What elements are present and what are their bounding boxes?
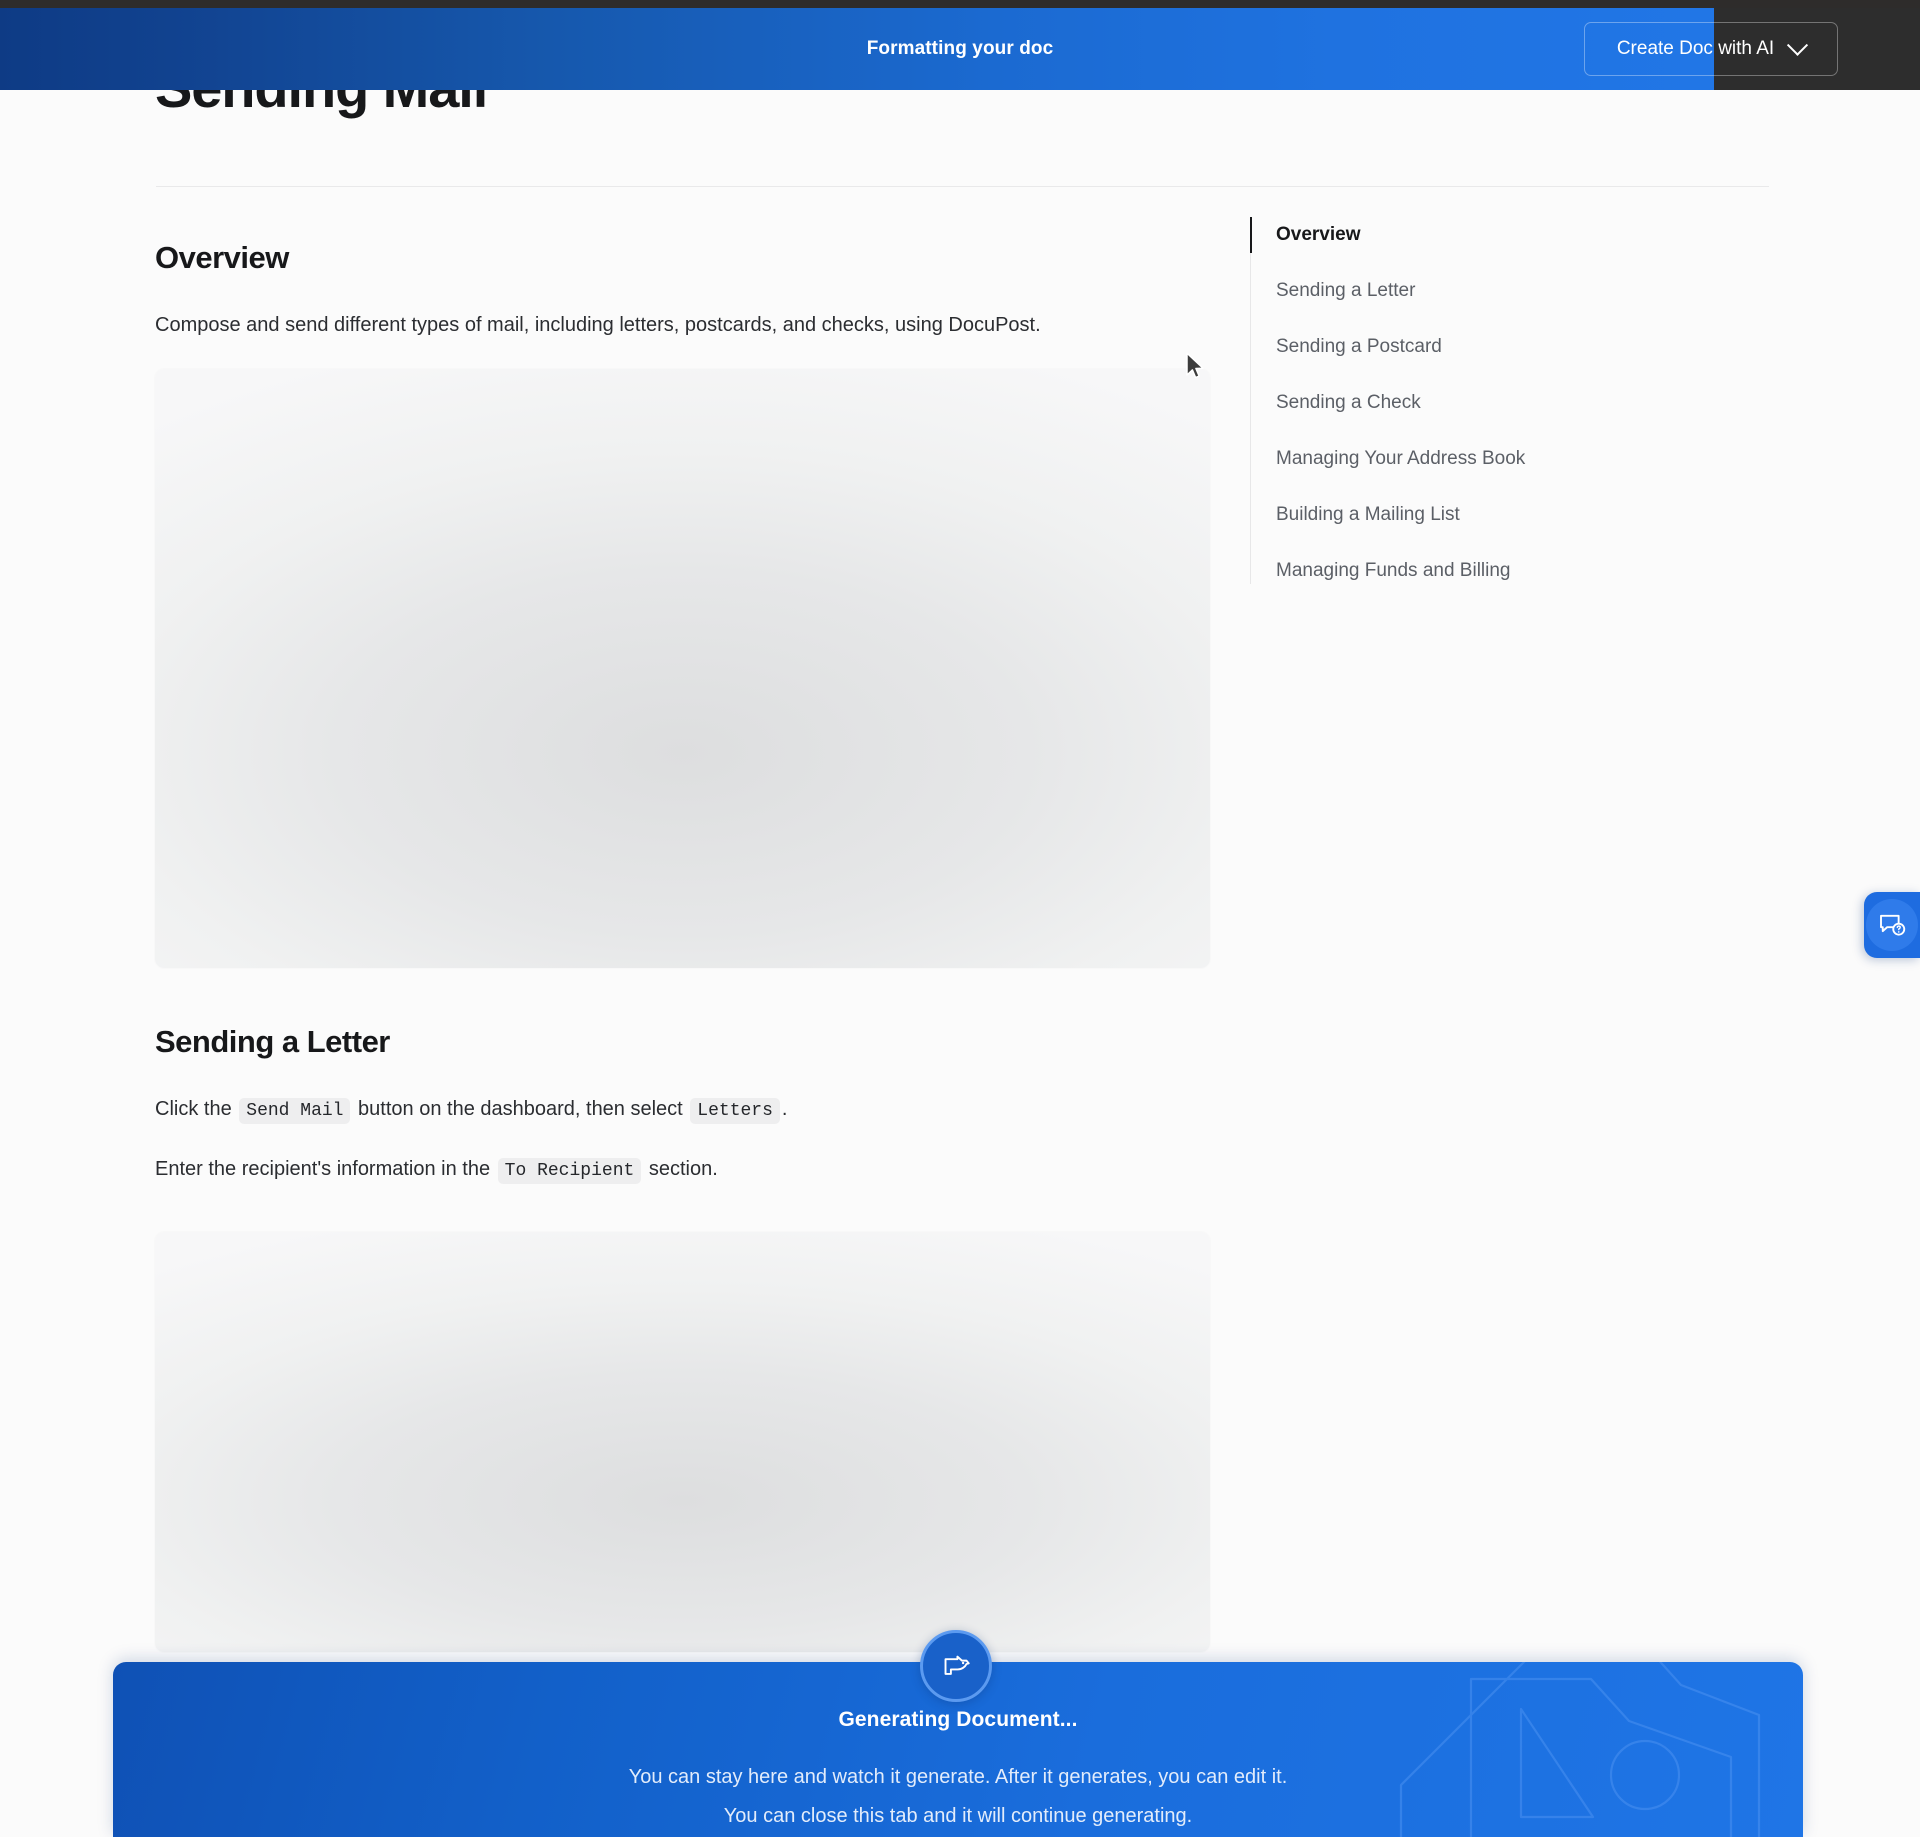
progress-bar-fill <box>0 8 1714 90</box>
section-heading-overview: Overview <box>155 240 289 275</box>
image-placeholder-overview <box>155 369 1210 968</box>
help-support-button[interactable] <box>1864 892 1920 958</box>
generating-banner-badge <box>920 1630 992 1702</box>
help-chat-bubble-icon <box>1880 914 1906 936</box>
generating-banner-line-1: You can stay here and watch it generate.… <box>628 1766 1288 1788</box>
section-overview: Overview Compose and send different type… <box>155 240 1215 968</box>
image-placeholder-sending-a-letter <box>155 1231 1210 1652</box>
help-button-inner <box>1866 899 1918 951</box>
create-doc-with-ai-button[interactable]: Create Doc with AI <box>1584 22 1838 76</box>
section-sending-a-letter: Sending a Letter Click the Send Mail but… <box>155 1024 1215 1652</box>
dog-head-logo-icon <box>944 1655 970 1675</box>
generation-status-bar: Formatting your doc Create Doc with AI <box>0 8 1920 90</box>
toc-item-sending-a-postcard[interactable]: Sending a Postcard <box>1251 334 1671 360</box>
section-heading-sending-a-letter: Sending a Letter <box>155 1024 390 1059</box>
toc-item-sending-a-check[interactable]: Sending a Check <box>1251 390 1671 416</box>
text-fragment: Click the <box>155 1098 232 1120</box>
code-span-send-mail: Send Mail <box>239 1098 351 1124</box>
code-span-letters: Letters <box>690 1098 780 1124</box>
toc-item-overview[interactable]: Overview <box>1250 217 1671 253</box>
toc-item-sending-a-letter[interactable]: Sending a Letter <box>1251 278 1671 304</box>
create-doc-with-ai-label: Create Doc with AI <box>1616 38 1775 59</box>
chevron-down-icon <box>1787 34 1809 56</box>
section-paragraph-overview: Compose and send different types of mail… <box>155 314 1041 336</box>
table-of-contents: Overview Sending a Letter Sending a Post… <box>1250 217 1671 584</box>
text-fragment: Enter the recipient's information in the <box>155 1157 491 1180</box>
section-paragraph-letter-step-1: Click the Send Mail button on the dashbo… <box>155 1094 1215 1126</box>
section-paragraph-letter-step-2: Enter the recipient's information in the… <box>155 1154 1215 1186</box>
text-fragment: . <box>781 1098 788 1120</box>
toc-item-building-a-mailing-list[interactable]: Building a Mailing List <box>1251 502 1671 528</box>
title-divider <box>156 186 1769 187</box>
generating-banner-line-2: You can close this tab and it will conti… <box>723 1805 1193 1827</box>
toc-item-managing-funds-and-billing[interactable]: Managing Funds and Billing <box>1251 558 1671 584</box>
article-body: Overview Compose and send different type… <box>155 240 1215 1652</box>
window-top-strip <box>0 0 1920 8</box>
text-fragment: section. <box>648 1157 718 1180</box>
toc-item-managing-your-address-book[interactable]: Managing Your Address Book <box>1251 446 1671 472</box>
document-page: Sending Mail Overview Compose and send d… <box>0 0 1920 1830</box>
code-span-to-recipient: To Recipient <box>497 1157 642 1184</box>
generating-banner-title: Generating Document... <box>838 1708 1078 1731</box>
text-fragment: button on the dashboard, then select <box>358 1098 683 1120</box>
